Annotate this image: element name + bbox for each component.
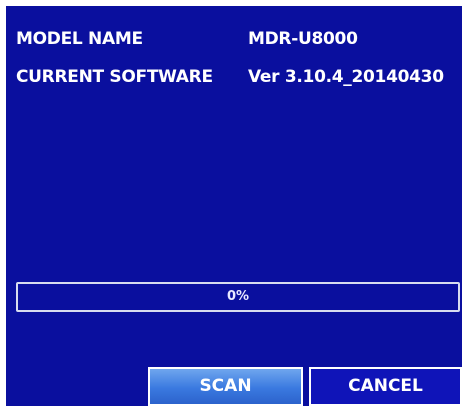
model-name-value: MDR-U8000 <box>248 29 358 49</box>
current-software-label: CURRENT SOFTWARE <box>16 67 213 87</box>
progress-bar: 0% <box>16 282 460 312</box>
current-software-value: Ver 3.10.4_20140430 <box>248 67 444 87</box>
firmware-update-panel: MODEL NAME MDR-U8000 CURRENT SOFTWARE Ve… <box>6 6 462 406</box>
cancel-button[interactable]: CANCEL <box>309 367 462 406</box>
progress-percent-text: 0% <box>226 289 250 304</box>
scan-button[interactable]: SCAN <box>148 367 303 406</box>
model-name-label: MODEL NAME <box>16 29 143 49</box>
